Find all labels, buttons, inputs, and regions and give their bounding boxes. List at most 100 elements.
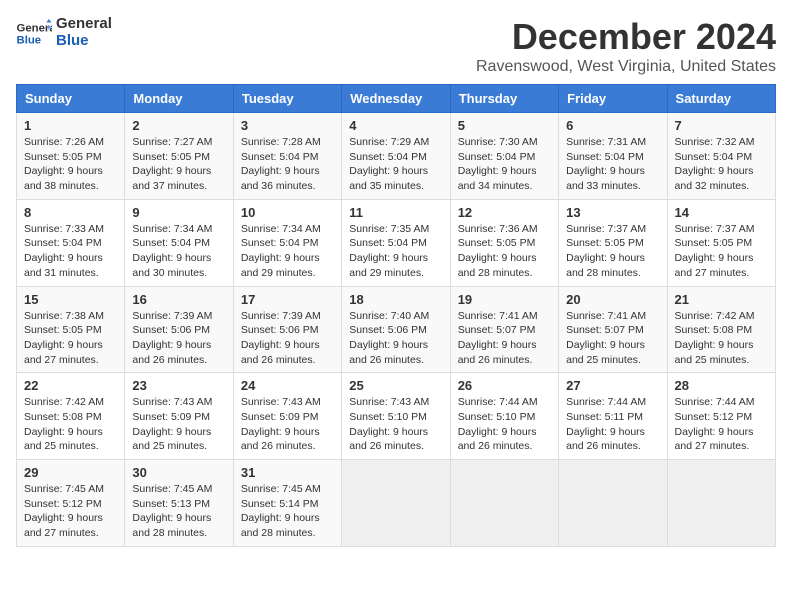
day-info: Sunrise: 7:29 AMSunset: 5:04 PMDaylight:… bbox=[349, 135, 442, 194]
day-number: 16 bbox=[132, 292, 225, 307]
calendar-cell bbox=[559, 460, 667, 547]
calendar-cell: 5 Sunrise: 7:30 AMSunset: 5:04 PMDaylight… bbox=[450, 113, 558, 200]
day-info: Sunrise: 7:39 AMSunset: 5:06 PMDaylight:… bbox=[241, 309, 334, 368]
logo-icon: General Blue bbox=[16, 19, 52, 47]
calendar-cell: 18 Sunrise: 7:40 AMSunset: 5:06 PMDayligh… bbox=[342, 286, 450, 373]
day-info: Sunrise: 7:34 AMSunset: 5:04 PMDaylight:… bbox=[132, 222, 225, 281]
day-info: Sunrise: 7:43 AMSunset: 5:09 PMDaylight:… bbox=[241, 395, 334, 454]
calendar-cell: 17 Sunrise: 7:39 AMSunset: 5:06 PMDayligh… bbox=[233, 286, 341, 373]
day-number: 9 bbox=[132, 205, 225, 220]
calendar-cell: 26 Sunrise: 7:44 AMSunset: 5:10 PMDayligh… bbox=[450, 373, 558, 460]
day-number: 2 bbox=[132, 118, 225, 133]
day-number: 5 bbox=[458, 118, 551, 133]
month-title: December 2024 bbox=[476, 16, 776, 58]
day-info: Sunrise: 7:39 AMSunset: 5:06 PMDaylight:… bbox=[132, 309, 225, 368]
calendar-cell: 3 Sunrise: 7:28 AMSunset: 5:04 PMDaylight… bbox=[233, 113, 341, 200]
day-number: 27 bbox=[566, 378, 659, 393]
calendar-cell: 13Sunrise: 7:37 AMSunset: 5:05 PMDayligh… bbox=[559, 199, 667, 286]
day-info: Sunrise: 7:44 AMSunset: 5:11 PMDaylight:… bbox=[566, 395, 659, 454]
day-info: Sunrise: 7:32 AMSunset: 5:04 PMDaylight:… bbox=[675, 135, 768, 194]
calendar-cell bbox=[450, 460, 558, 547]
svg-text:Blue: Blue bbox=[17, 34, 42, 46]
logo: General Blue General Blue bbox=[16, 16, 112, 49]
calendar-cell: 8 Sunrise: 7:33 AMSunset: 5:04 PMDaylight… bbox=[17, 199, 125, 286]
day-number: 29 bbox=[24, 465, 117, 480]
calendar-cell: 24Sunrise: 7:43 AMSunset: 5:09 PMDayligh… bbox=[233, 373, 341, 460]
calendar-cell: 25 Sunrise: 7:43 AMSunset: 5:10 PMDayligh… bbox=[342, 373, 450, 460]
day-info: Sunrise: 7:36 AMSunset: 5:05 PMDaylight:… bbox=[458, 222, 551, 281]
day-number: 15 bbox=[24, 292, 117, 307]
week-row-5: 29 Sunrise: 7:45 AMSunset: 5:12 PMDayligh… bbox=[17, 460, 776, 547]
calendar-cell: 12Sunrise: 7:36 AMSunset: 5:05 PMDayligh… bbox=[450, 199, 558, 286]
title-block: December 2024 Ravenswood, West Virginia,… bbox=[476, 16, 776, 76]
header-day-friday: Friday bbox=[559, 85, 667, 113]
calendar-cell: 28Sunrise: 7:44 AMSunset: 5:12 PMDayligh… bbox=[667, 373, 775, 460]
day-number: 28 bbox=[675, 378, 768, 393]
day-info: Sunrise: 7:45 AMSunset: 5:12 PMDaylight:… bbox=[24, 482, 117, 541]
day-info: Sunrise: 7:30 AMSunset: 5:04 PMDaylight:… bbox=[458, 135, 551, 194]
calendar-body: 1 Sunrise: 7:26 AMSunset: 5:05 PMDaylight… bbox=[17, 113, 776, 547]
day-info: Sunrise: 7:37 AMSunset: 5:05 PMDaylight:… bbox=[675, 222, 768, 281]
day-number: 1 bbox=[24, 118, 117, 133]
day-info: Sunrise: 7:41 AMSunset: 5:07 PMDaylight:… bbox=[566, 309, 659, 368]
day-info: Sunrise: 7:44 AMSunset: 5:10 PMDaylight:… bbox=[458, 395, 551, 454]
calendar-cell: 1 Sunrise: 7:26 AMSunset: 5:05 PMDaylight… bbox=[17, 113, 125, 200]
calendar-cell: 7Sunrise: 7:32 AMSunset: 5:04 PMDaylight… bbox=[667, 113, 775, 200]
calendar-cell: 14 Sunrise: 7:37 AMSunset: 5:05 PMDayligh… bbox=[667, 199, 775, 286]
header-day-monday: Monday bbox=[125, 85, 233, 113]
day-number: 30 bbox=[132, 465, 225, 480]
day-info: Sunrise: 7:27 AMSunset: 5:05 PMDaylight:… bbox=[132, 135, 225, 194]
calendar-cell: 15 Sunrise: 7:38 AMSunset: 5:05 PMDayligh… bbox=[17, 286, 125, 373]
day-info: Sunrise: 7:34 AMSunset: 5:04 PMDaylight:… bbox=[241, 222, 334, 281]
day-number: 8 bbox=[24, 205, 117, 220]
header-day-wednesday: Wednesday bbox=[342, 85, 450, 113]
day-number: 20 bbox=[566, 292, 659, 307]
day-number: 21 bbox=[675, 292, 768, 307]
logo-line2: Blue bbox=[56, 33, 112, 50]
day-info: Sunrise: 7:42 AMSunset: 5:08 PMDaylight:… bbox=[24, 395, 117, 454]
calendar-cell bbox=[342, 460, 450, 547]
day-number: 4 bbox=[349, 118, 442, 133]
calendar-header: SundayMondayTuesdayWednesdayThursdayFrid… bbox=[17, 85, 776, 113]
header-day-thursday: Thursday bbox=[450, 85, 558, 113]
week-row-1: 1 Sunrise: 7:26 AMSunset: 5:05 PMDaylight… bbox=[17, 113, 776, 200]
day-info: Sunrise: 7:45 AMSunset: 5:13 PMDaylight:… bbox=[132, 482, 225, 541]
day-number: 10 bbox=[241, 205, 334, 220]
day-info: Sunrise: 7:33 AMSunset: 5:04 PMDaylight:… bbox=[24, 222, 117, 281]
day-info: Sunrise: 7:43 AMSunset: 5:10 PMDaylight:… bbox=[349, 395, 442, 454]
day-number: 6 bbox=[566, 118, 659, 133]
day-info: Sunrise: 7:31 AMSunset: 5:04 PMDaylight:… bbox=[566, 135, 659, 194]
calendar-cell: 2 Sunrise: 7:27 AMSunset: 5:05 PMDaylight… bbox=[125, 113, 233, 200]
header-day-saturday: Saturday bbox=[667, 85, 775, 113]
day-info: Sunrise: 7:40 AMSunset: 5:06 PMDaylight:… bbox=[349, 309, 442, 368]
header: General Blue General Blue December 2024 … bbox=[16, 16, 776, 76]
day-info: Sunrise: 7:35 AMSunset: 5:04 PMDaylight:… bbox=[349, 222, 442, 281]
day-number: 23 bbox=[132, 378, 225, 393]
calendar-cell bbox=[667, 460, 775, 547]
day-info: Sunrise: 7:43 AMSunset: 5:09 PMDaylight:… bbox=[132, 395, 225, 454]
day-number: 18 bbox=[349, 292, 442, 307]
day-info: Sunrise: 7:28 AMSunset: 5:04 PMDaylight:… bbox=[241, 135, 334, 194]
day-info: Sunrise: 7:26 AMSunset: 5:05 PMDaylight:… bbox=[24, 135, 117, 194]
location-title: Ravenswood, West Virginia, United States bbox=[476, 58, 776, 76]
day-number: 25 bbox=[349, 378, 442, 393]
calendar-cell: 4 Sunrise: 7:29 AMSunset: 5:04 PMDaylight… bbox=[342, 113, 450, 200]
calendar-cell: 19 Sunrise: 7:41 AMSunset: 5:07 PMDayligh… bbox=[450, 286, 558, 373]
calendar-cell: 22Sunrise: 7:42 AMSunset: 5:08 PMDayligh… bbox=[17, 373, 125, 460]
header-day-tuesday: Tuesday bbox=[233, 85, 341, 113]
calendar-cell: 29 Sunrise: 7:45 AMSunset: 5:12 PMDayligh… bbox=[17, 460, 125, 547]
day-info: Sunrise: 7:41 AMSunset: 5:07 PMDaylight:… bbox=[458, 309, 551, 368]
day-number: 14 bbox=[675, 205, 768, 220]
day-number: 3 bbox=[241, 118, 334, 133]
day-number: 17 bbox=[241, 292, 334, 307]
day-info: Sunrise: 7:45 AMSunset: 5:14 PMDaylight:… bbox=[241, 482, 334, 541]
calendar-cell: 20 Sunrise: 7:41 AMSunset: 5:07 PMDayligh… bbox=[559, 286, 667, 373]
logo-line1: General bbox=[56, 16, 112, 33]
calendar-cell: 16 Sunrise: 7:39 AMSunset: 5:06 PMDayligh… bbox=[125, 286, 233, 373]
week-row-2: 8 Sunrise: 7:33 AMSunset: 5:04 PMDaylight… bbox=[17, 199, 776, 286]
day-info: Sunrise: 7:38 AMSunset: 5:05 PMDaylight:… bbox=[24, 309, 117, 368]
day-number: 26 bbox=[458, 378, 551, 393]
day-info: Sunrise: 7:42 AMSunset: 5:08 PMDaylight:… bbox=[675, 309, 768, 368]
day-number: 19 bbox=[458, 292, 551, 307]
calendar-cell: 11Sunrise: 7:35 AMSunset: 5:04 PMDayligh… bbox=[342, 199, 450, 286]
